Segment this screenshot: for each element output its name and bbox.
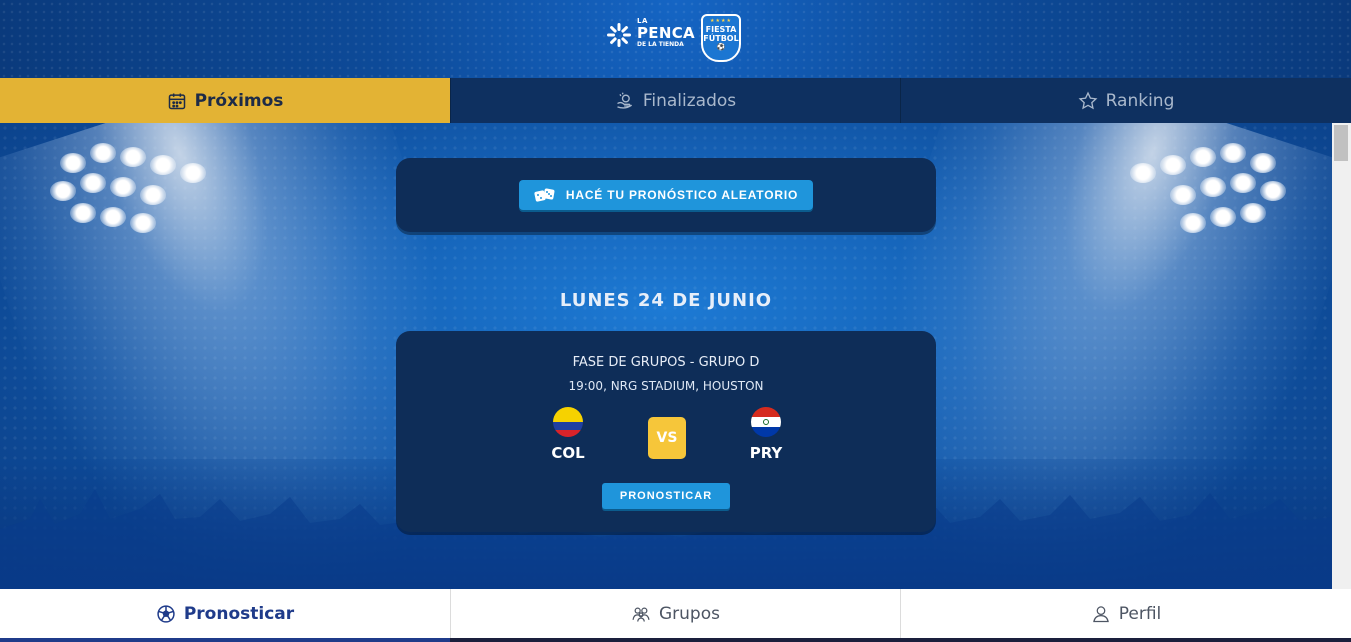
bottom-strip (0, 638, 1351, 642)
badge-line1: FIESTA (705, 25, 737, 34)
vs-badge: VS (648, 417, 686, 459)
tab-proximos[interactable]: Próximos (0, 78, 450, 123)
random-prediction-card: HACÉ TU PRONÓSTICO ALEATORIO (396, 158, 936, 232)
predict-button[interactable]: PRONOSTICAR (602, 483, 730, 509)
paraguay-flag-icon (751, 407, 781, 437)
away-team-code: PRY (749, 444, 783, 462)
nav-perfil[interactable]: Perfil (900, 589, 1351, 638)
tab-finalizados[interactable]: Finalizados (450, 78, 900, 123)
match-date-heading: LUNES 24 DE JUNIO (559, 290, 773, 311)
users-icon (632, 607, 650, 622)
scrollbar-thumb[interactable] (1334, 125, 1348, 161)
soccer-ball-icon (157, 604, 175, 623)
badge-ball-icon: ⚽ (716, 43, 726, 51)
brand-small-bottom: DE LA TIENDA (637, 41, 684, 48)
star-icon (1078, 91, 1098, 109)
fiesta-futbol-badge: ★★★★ FIESTA FÚTBOL ⚽ (701, 14, 741, 62)
colombia-flag-icon (553, 407, 583, 437)
nav-pronosticar-label: Pronosticar (183, 603, 295, 624)
random-prediction-button[interactable]: HACÉ TU PRONÓSTICO ALEATORIO (519, 180, 813, 210)
tab-finalizados-label: Finalizados (642, 90, 737, 111)
brand-logo[interactable]: LA PENCA DE LA TIENDA ★★★★ FIESTA FÚTBOL… (606, 14, 746, 64)
dice-icon (534, 188, 555, 202)
stadium-lights-right (1130, 133, 1300, 243)
home-team-code: COL (551, 444, 585, 462)
match-venue: 19:00, NRG STADIUM, HOUSTON (568, 379, 764, 393)
nav-grupos[interactable]: Grupos (450, 589, 900, 638)
random-prediction-label: HACÉ TU PRONÓSTICO ALEATORIO (565, 188, 799, 202)
badge-stars: ★★★★ (710, 18, 732, 24)
active-nav-indicator (0, 638, 450, 642)
brand-wordmark: LA PENCA DE LA TIENDA (637, 18, 695, 48)
top-tabs: Próximos Finalizados Ranking (0, 78, 1351, 123)
bottom-nav: Pronosticar Grupos Perfil (0, 589, 1351, 638)
home-team: COL (528, 407, 608, 462)
nav-grupos-label: Grupos (659, 603, 720, 624)
match-card: FASE DE GRUPOS - GRUPO D 19:00, NRG STAD… (396, 331, 936, 532)
nav-pronosticar[interactable]: Pronosticar (0, 589, 450, 638)
user-icon (1092, 605, 1109, 622)
app-header: LA PENCA DE LA TIENDA ★★★★ FIESTA FÚTBOL… (0, 0, 1351, 78)
away-team: PRY (726, 407, 806, 462)
stadium-lights-left (40, 133, 210, 243)
match-phase: FASE DE GRUPOS - GRUPO D (572, 355, 760, 370)
trophy-hand-icon (616, 92, 632, 109)
calendar-icon (168, 93, 185, 109)
tab-ranking-label: Ranking (1105, 90, 1175, 111)
nav-perfil-label: Perfil (1118, 603, 1162, 624)
scrollbar-track[interactable] (1332, 123, 1351, 589)
badge-line2: FÚTBOL (703, 34, 739, 43)
tab-ranking[interactable]: Ranking (900, 78, 1351, 123)
spark-logo-icon (607, 23, 631, 47)
tab-proximos-label: Próximos (194, 90, 284, 111)
brand-main: PENCA (637, 24, 695, 42)
